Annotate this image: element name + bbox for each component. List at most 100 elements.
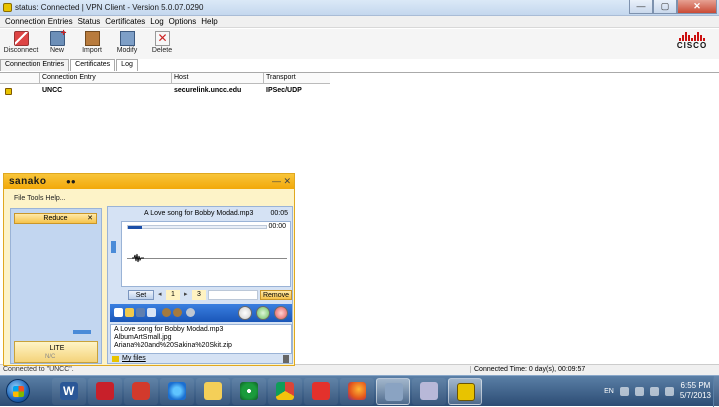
taskbar-vpn-client[interactable] [376,378,410,405]
tab-certificates[interactable]: Certificates [70,59,116,71]
marker-start[interactable]: 1 [166,290,180,300]
player-control-bar [110,304,292,322]
settings-icon[interactable] [186,308,195,317]
prev-marker-icon[interactable]: ◂ [158,290,162,298]
trash-icon[interactable] [283,355,289,363]
firefox-icon [348,382,366,400]
reduce-button[interactable]: Reduce ✕ [14,213,97,224]
delete-label: Delete [151,47,173,54]
connected-lock-icon [5,88,12,95]
face-icon[interactable] [162,308,171,317]
taskbar-word[interactable] [52,378,86,405]
sanako-window-buttons[interactable]: — ✕ [272,176,291,187]
open-folder-icon[interactable] [125,308,134,317]
taskbar-acrobat[interactable] [304,378,338,405]
window-controls: — ▢ ✕ [629,0,717,15]
set-button[interactable]: Set [128,290,154,300]
table-row[interactable]: UNCC securelink.uncc.edu IPSec/UDP [0,86,330,96]
language-indicator[interactable]: EN [604,388,614,395]
new-button[interactable]: New [38,28,76,54]
lite-button[interactable]: LITE N/C [14,341,98,363]
next-marker-icon[interactable]: ▸ [184,290,188,298]
play-button[interactable] [256,306,270,320]
transport-header[interactable]: Transport [264,73,330,84]
waveform-side-marker[interactable] [111,241,116,253]
taskbar-app-red[interactable] [124,378,158,405]
taskbar-chrome[interactable] [268,378,302,405]
windows-logo-icon [13,386,24,397]
taskbar-explorer[interactable] [196,378,230,405]
show-desktop-button[interactable] [713,376,719,407]
list-item[interactable]: A Love song for Bobby Modad.mp3 [114,326,288,334]
menu-certificates[interactable]: Certificates [103,16,148,27]
host-header[interactable]: Host [172,73,264,84]
maximize-button[interactable]: ▢ [653,0,677,14]
tab-strip: Connection Entries Certificates Log [0,59,139,71]
delete-button[interactable]: Delete [143,31,181,54]
sanako-logo: sanako [9,176,47,187]
volume-tray-icon[interactable] [664,386,674,396]
record-button[interactable] [274,306,288,320]
disconnect-label: Disconnect [3,47,39,54]
sanako-titlebar[interactable]: sanako ●● — ✕ [4,174,294,189]
list-item[interactable]: Ariana%20and%20Sakina%20Skit.zip [114,342,288,350]
list-icon[interactable] [147,308,156,317]
marker-name-field[interactable] [208,290,258,300]
network-tray-icon[interactable] [649,386,659,396]
save-icon[interactable] [136,308,145,317]
face-icon-2[interactable] [173,308,182,317]
tab-connection-entries[interactable]: Connection Entries [0,59,70,71]
my-files-link[interactable]: My files [122,355,146,362]
window-titlebar: status: Connected | VPN Client - Version… [0,0,719,16]
minimize-button[interactable]: — [629,0,653,14]
taskbar-pen-app[interactable] [412,378,446,405]
disconnect-button[interactable]: Disconnect [2,31,40,54]
clock[interactable]: 6:55 PM 5/7/2013 [680,381,711,401]
start-button[interactable] [6,379,30,403]
remove-button[interactable]: Remove [260,290,292,300]
connection-entry-header[interactable]: Connection Entry [40,73,172,84]
tab-log[interactable]: Log [116,59,138,71]
vpn-lock-icon [3,3,12,12]
menu-help[interactable]: Help [199,16,220,27]
sanako-menu[interactable]: File Tools Help... [14,195,66,202]
menu-connection-entries[interactable]: Connection Entries [3,16,76,27]
toolbar: Disconnect New Import Modify Delete CISC… [0,28,719,59]
lite-label: LITE [49,345,65,352]
waveform-baseline [127,258,287,259]
modify-button[interactable]: Modify [108,31,146,54]
taskbar-ie[interactable] [160,378,194,405]
marker-end[interactable]: 3 [192,290,206,300]
menu-bar: Connection Entries Status Certificates L… [0,16,719,28]
taskbar-pdf-app[interactable] [88,378,122,405]
reduce-close-icon[interactable]: ✕ [87,214,93,224]
help-tray-icon[interactable] [619,386,629,396]
import-button[interactable]: Import [73,31,111,54]
new-file-icon[interactable] [114,308,123,317]
list-item[interactable]: AlbumArtSmall.jpg [114,334,288,342]
taskbar-firefox[interactable] [340,378,374,405]
pdf-viewer-icon [96,382,114,400]
menu-log[interactable]: Log [148,16,166,27]
status-column-header[interactable] [0,73,40,84]
word-icon [60,382,78,400]
panel-scroll-handle[interactable] [73,330,91,334]
close-button[interactable]: ✕ [677,0,717,14]
taskbar-media-player[interactable] [232,378,266,405]
taskbar-lock-app[interactable] [448,378,482,405]
lock-icon [457,383,475,401]
waveform-area[interactable]: 00:00 [121,221,291,287]
playback-progress-bar[interactable] [127,225,267,229]
menu-options[interactable]: Options [167,16,200,27]
modify-icon [119,31,135,46]
sanako-player: A Love song for Bobby Modad.mp3 00:05 00… [107,206,293,364]
modify-label: Modify [116,47,138,54]
menu-status[interactable]: Status [76,16,104,27]
media-player-icon [240,382,258,400]
stop-button[interactable] [238,306,252,320]
transport-cell: IPSec/UDP [266,87,302,94]
playback-progress-fill [128,226,142,229]
system-tray: EN 6:55 PM 5/7/2013 [604,380,711,402]
flag-tray-icon[interactable] [634,386,644,396]
position-time: 00:00 [268,223,286,230]
